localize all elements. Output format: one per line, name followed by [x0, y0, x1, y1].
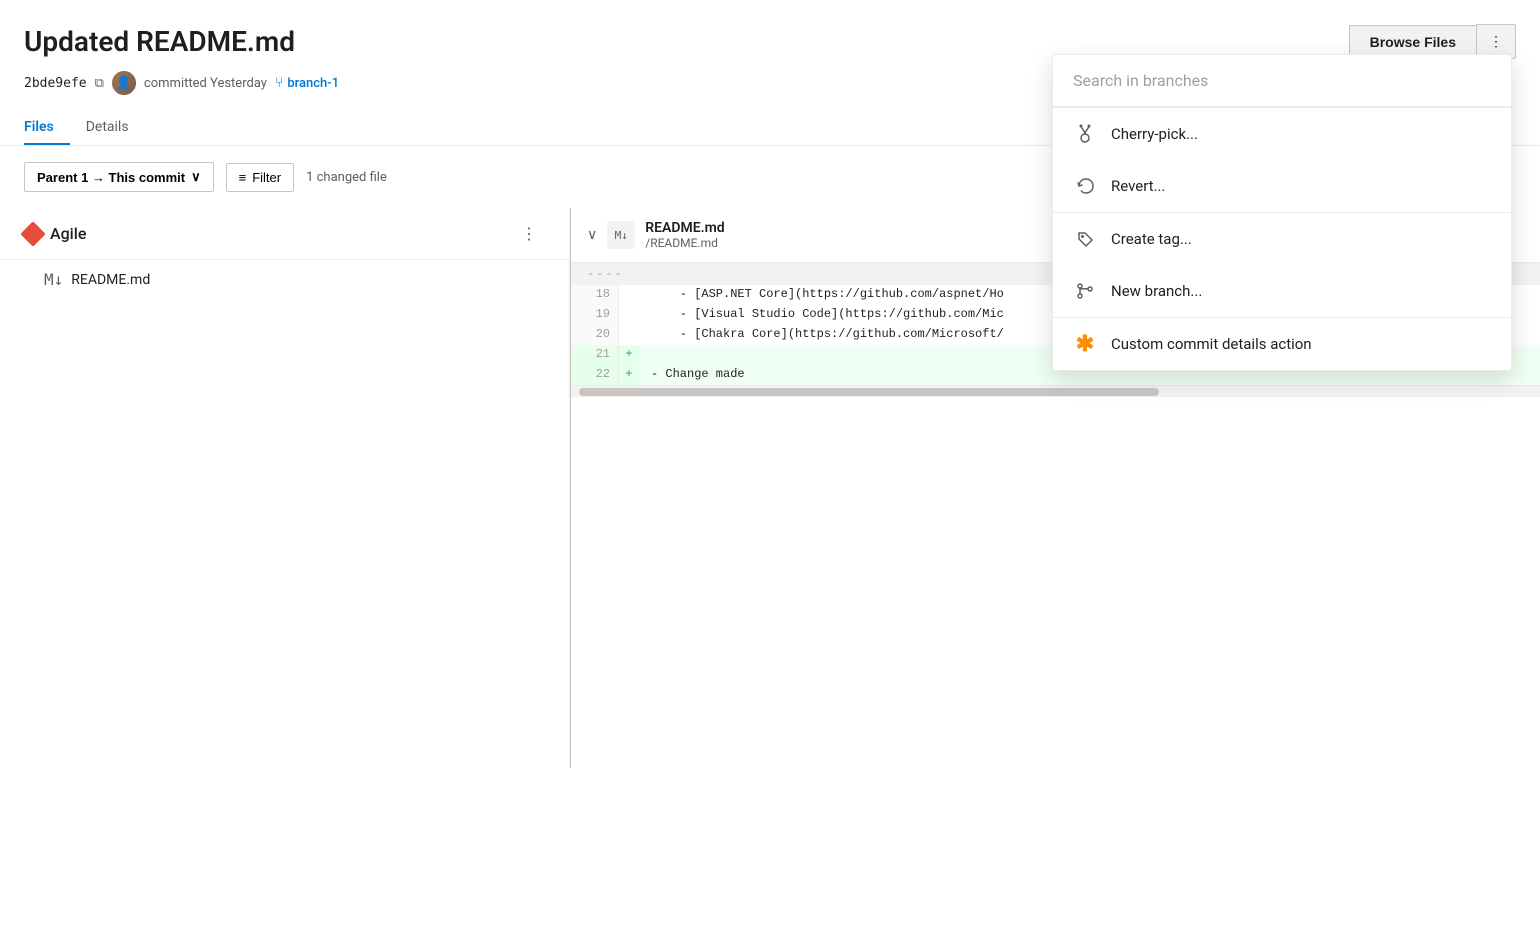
new-branch-icon: [1073, 279, 1097, 303]
custom-action-icon: ✱: [1073, 332, 1097, 356]
tab-details[interactable]: Details: [70, 111, 145, 145]
diff-line-marker-22: +: [619, 365, 639, 385]
file-name: README.md: [71, 272, 150, 288]
diff-scrollbar-thumb: [579, 388, 1159, 396]
diff-line-marker-19: [619, 305, 639, 325]
commit-title-text: Updated README.md: [24, 25, 295, 58]
tag-icon: [1073, 227, 1097, 251]
branch-link[interactable]: ⑂ branch-1: [275, 75, 339, 91]
diff-line-number-19: 19: [571, 305, 619, 325]
copy-hash-icon[interactable]: ⧉: [95, 76, 104, 91]
cherry-pick-icon: [1073, 122, 1097, 146]
custom-action-label: Custom commit details action: [1111, 335, 1312, 353]
dropdown-search-label[interactable]: Search in branches: [1053, 55, 1511, 107]
revert-icon: [1073, 174, 1097, 198]
file-item[interactable]: M↓ README.md: [0, 260, 569, 299]
parent-commit-button[interactable]: Parent 1 → This commit ∨: [24, 162, 214, 192]
new-branch-label: New branch...: [1111, 282, 1202, 300]
diff-line-marker-21: +: [619, 345, 639, 365]
dropdown-item-cherry-pick[interactable]: Cherry-pick...: [1053, 108, 1511, 160]
tab-files[interactable]: Files: [24, 111, 70, 145]
markdown-file-icon: M↓: [44, 270, 63, 289]
avatar: 👤: [112, 71, 136, 95]
diff-line-marker-20: [619, 325, 639, 345]
diff-line-number-22: 22: [571, 365, 619, 385]
commit-hash: 2bde9efe: [24, 76, 87, 91]
filter-label: Filter: [252, 170, 281, 185]
folder-more-button[interactable]: ⋮: [513, 220, 545, 247]
folder-name: Agile: [50, 224, 505, 243]
filter-button[interactable]: ≡ Filter: [226, 163, 294, 192]
filter-icon: ≡: [239, 170, 247, 185]
branch-name: branch-1: [287, 76, 339, 91]
diff-file-icon: M↓: [607, 221, 635, 249]
page-container: Updated README.md Browse Files ⋮ 2bde9ef…: [0, 0, 1540, 943]
diff-line-marker-18: [619, 285, 639, 305]
cherry-pick-label: Cherry-pick...: [1111, 125, 1198, 143]
diff-line-number-20: 20: [571, 325, 619, 345]
branch-icon: ⑂: [275, 75, 283, 91]
folder-item: Agile ⋮: [0, 208, 569, 260]
dropdown-item-create-tag[interactable]: Create tag...: [1053, 213, 1511, 265]
diff-line-number-18: 18: [571, 285, 619, 305]
dropdown-item-new-branch[interactable]: New branch...: [1053, 265, 1511, 317]
diff-scrollbar[interactable]: [571, 385, 1540, 397]
file-sidebar: Agile ⋮ M↓ README.md: [0, 208, 570, 768]
avatar-image: 👤: [112, 71, 136, 95]
revert-label: Revert...: [1111, 177, 1165, 195]
diff-chevron-icon[interactable]: ∨: [587, 227, 597, 243]
create-tag-label: Create tag...: [1111, 230, 1192, 248]
parent-commit-label: Parent 1 → This commit: [37, 170, 185, 185]
parent-commit-chevron: ∨: [191, 169, 201, 185]
dropdown-item-revert[interactable]: Revert...: [1053, 160, 1511, 212]
dropdown-item-custom-action[interactable]: ✱ Custom commit details action: [1053, 318, 1511, 370]
changed-file-count: 1 changed file: [306, 170, 387, 185]
folder-diamond-icon: [20, 221, 45, 246]
committed-text: committed Yesterday: [144, 76, 267, 91]
diff-file-path: /README.md: [645, 236, 724, 250]
diff-file-info: README.md /README.md: [645, 220, 724, 250]
diff-line-number-21: 21: [571, 345, 619, 365]
dropdown-menu: Search in branches Cherry-pick...: [1052, 54, 1512, 371]
more-icon: ⋮: [1489, 33, 1503, 50]
diff-file-name: README.md: [645, 220, 724, 236]
